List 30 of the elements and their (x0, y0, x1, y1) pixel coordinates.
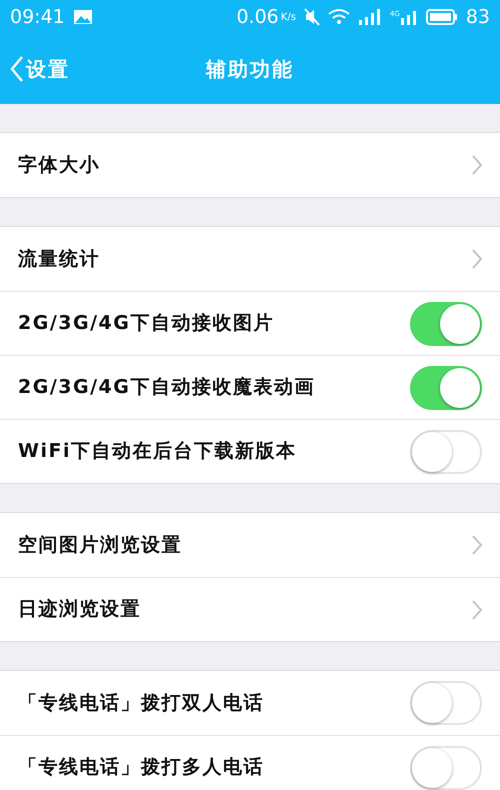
image-icon (72, 9, 93, 25)
speed-unit: K/s (280, 10, 296, 24)
item-label: WiFi下自动在后台下载新版本 (18, 439, 296, 464)
item-label: 流量统计 (18, 246, 100, 272)
chevron-icon (472, 249, 482, 269)
item-label: 字体大小 (18, 152, 100, 178)
signal-icon (358, 9, 382, 25)
signal-icon (400, 9, 418, 25)
item-label: 2G/3G/4G下自动接收魔表动画 (18, 375, 315, 400)
chevron-icon (472, 535, 482, 555)
item-label: 日迹浏览设置 (18, 597, 141, 622)
wifi-icon (328, 8, 350, 26)
item-label: 「专线电话」拨打双人电话 (18, 690, 264, 716)
toggle-switch[interactable] (410, 302, 482, 346)
item-label: 「专线电话」拨打多人电话 (18, 755, 264, 780)
toggle-switch[interactable] (410, 430, 482, 474)
toggle-switch[interactable] (410, 366, 482, 410)
page-title: 辅助功能 (206, 56, 294, 83)
network-speed: 0.06 (236, 4, 279, 30)
status-time: 09:41 (10, 4, 65, 30)
item-label: 2G/3G/4G下自动接收图片 (18, 311, 274, 336)
mute-icon (304, 8, 320, 26)
toggle-switch[interactable] (410, 681, 482, 725)
item-label: 空间图片浏览设置 (18, 532, 182, 558)
toggle-switch[interactable] (410, 746, 482, 790)
chevron-icon (472, 600, 482, 620)
battery-level: 83 (466, 4, 490, 30)
back-icon (10, 56, 24, 82)
chevron-icon (472, 155, 482, 175)
battery-icon (426, 8, 458, 26)
